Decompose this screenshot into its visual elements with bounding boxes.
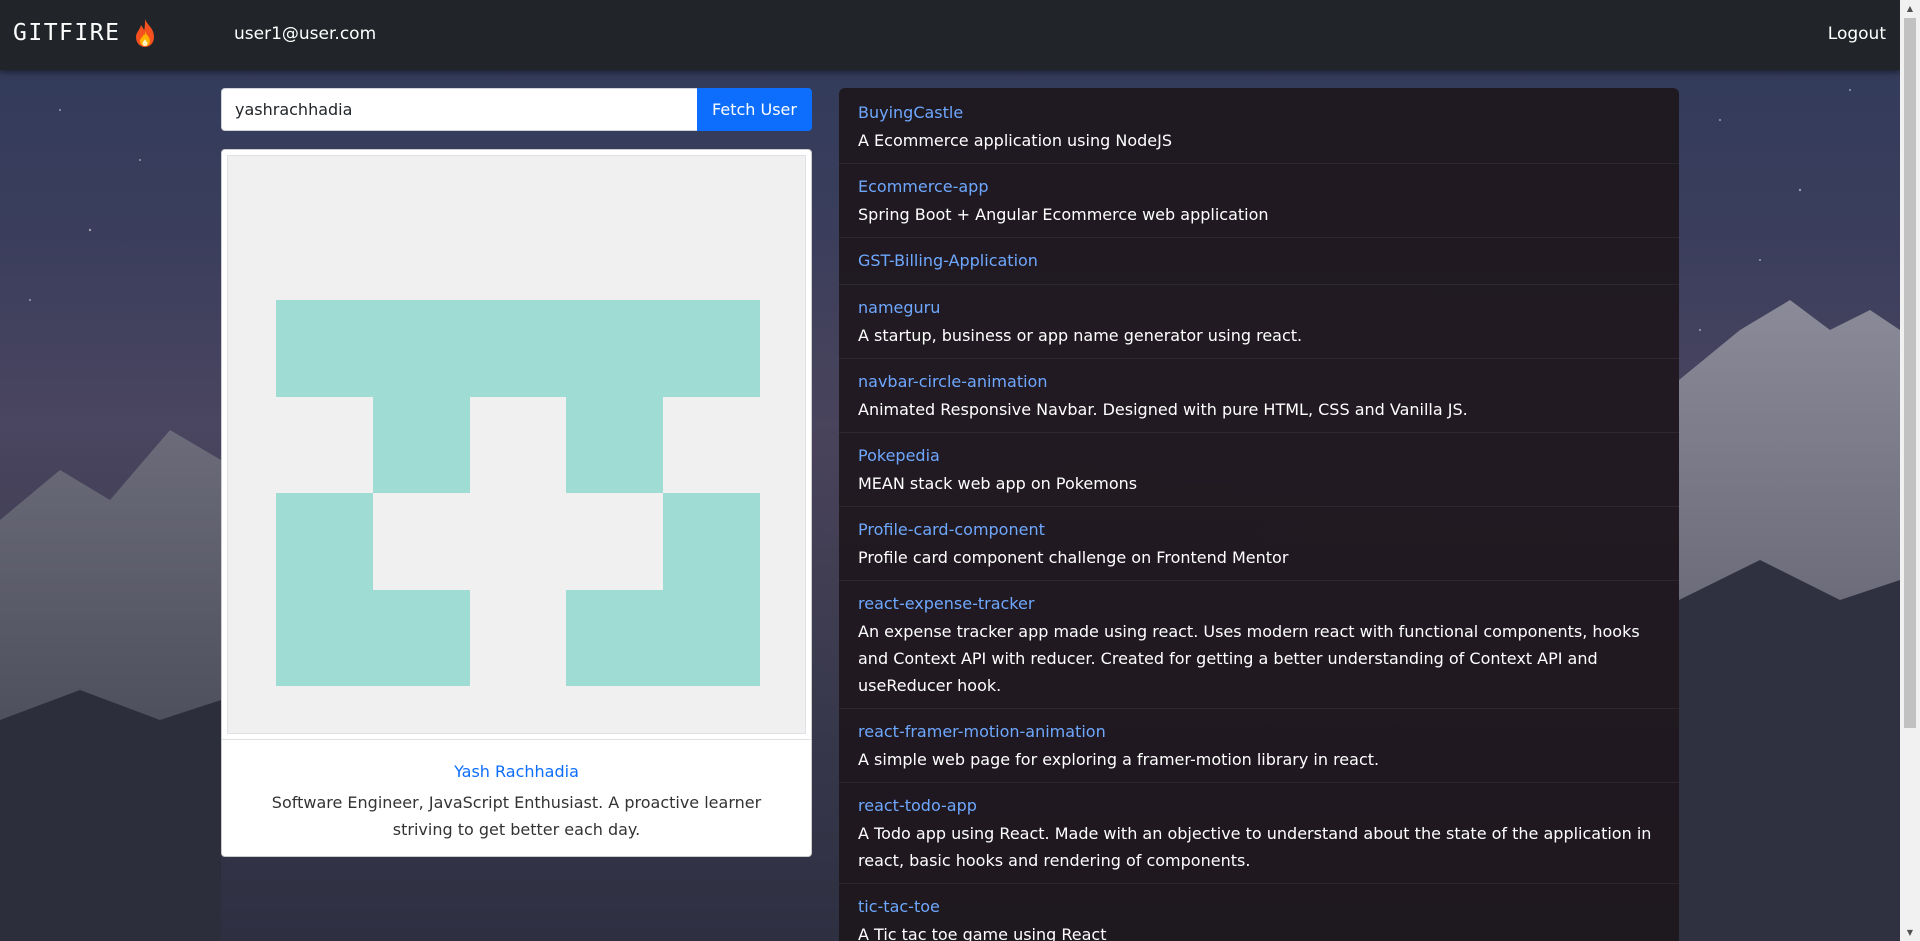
card-divider — [222, 739, 811, 740]
repo-link[interactable]: Ecommerce-app — [858, 176, 1660, 198]
list-item: react-todo-app A Todo app using React. M… — [839, 783, 1679, 884]
repo-description: An expense tracker app made using react.… — [858, 622, 1640, 695]
repo-list: BuyingCastle A Ecommerce application usi… — [839, 88, 1679, 941]
list-item: react-expense-tracker An expense tracker… — [839, 581, 1679, 709]
flame-icon — [132, 18, 158, 48]
repo-link[interactable]: Pokepedia — [858, 445, 1660, 467]
page-scrollbar[interactable]: ▲ ▼ — [1900, 0, 1920, 941]
scroll-thumb[interactable] — [1904, 18, 1916, 728]
repo-description: A startup, business or app name generato… — [858, 326, 1303, 345]
identicon-image — [276, 300, 760, 686]
scroll-up-arrow-icon[interactable]: ▲ — [1900, 0, 1920, 17]
repo-link[interactable]: GST-Billing-Application — [858, 250, 1660, 272]
avatar — [227, 155, 806, 734]
scroll-down-arrow-icon[interactable]: ▼ — [1900, 924, 1920, 941]
list-item: GST-Billing-Application — [839, 238, 1679, 285]
repo-link[interactable]: nameguru — [858, 297, 1660, 319]
brand-name: GITFIRE — [13, 20, 121, 46]
repo-description: MEAN stack web app on Pokemons — [858, 474, 1138, 493]
list-item: react-framer-motion-animation A simple w… — [839, 709, 1679, 783]
repo-description: A Todo app using React. Made with an obj… — [858, 824, 1652, 870]
brand-logo[interactable]: GITFIRE — [13, 18, 158, 48]
repo-link[interactable]: navbar-circle-animation — [858, 371, 1660, 393]
profile-bio: Software Engineer, JavaScript Enthusiast… — [271, 793, 762, 839]
user-email: user1@user.com — [234, 24, 377, 44]
repo-description: A Ecommerce application using NodeJS — [858, 131, 1172, 150]
repo-link[interactable]: react-framer-motion-animation — [858, 721, 1660, 743]
repo-link[interactable]: react-todo-app — [858, 795, 1660, 817]
profile-card: Yash Rachhadia Software Engineer, JavaSc… — [221, 149, 812, 857]
repo-description: A simple web page for exploring a framer… — [858, 750, 1380, 769]
repo-link[interactable]: tic-tac-toe — [858, 896, 1660, 918]
list-item: navbar-circle-animation Animated Respons… — [839, 359, 1679, 433]
search-group: Fetch User — [221, 88, 812, 131]
repo-link[interactable]: react-expense-tracker — [858, 593, 1660, 615]
list-item: nameguru A startup, business or app name… — [839, 285, 1679, 359]
fetch-user-button[interactable]: Fetch User — [697, 88, 812, 131]
repo-description: Animated Responsive Navbar. Designed wit… — [858, 400, 1468, 419]
list-item: Profile-card-component Profile card comp… — [839, 507, 1679, 581]
navbar: GITFIRE user1@user.com Logout — [0, 0, 1900, 70]
list-item: Ecommerce-app Spring Boot + Angular Ecom… — [839, 164, 1679, 238]
list-item: BuyingCastle A Ecommerce application usi… — [839, 88, 1679, 164]
repo-description: Profile card component challenge on Fron… — [858, 548, 1289, 567]
username-input[interactable] — [221, 88, 697, 131]
logout-link[interactable]: Logout — [1828, 24, 1886, 44]
list-item: tic-tac-toe A Tic tac toe game using Rea… — [839, 884, 1679, 941]
list-item: Pokepedia MEAN stack web app on Pokemons — [839, 433, 1679, 507]
repo-description: A Tic tac toe game using React — [858, 925, 1107, 941]
repo-description: Spring Boot + Angular Ecommerce web appl… — [858, 205, 1269, 224]
repo-link[interactable]: Profile-card-component — [858, 519, 1660, 541]
profile-name-link[interactable]: Yash Rachhadia — [222, 762, 811, 781]
repo-link[interactable]: BuyingCastle — [858, 102, 1660, 124]
